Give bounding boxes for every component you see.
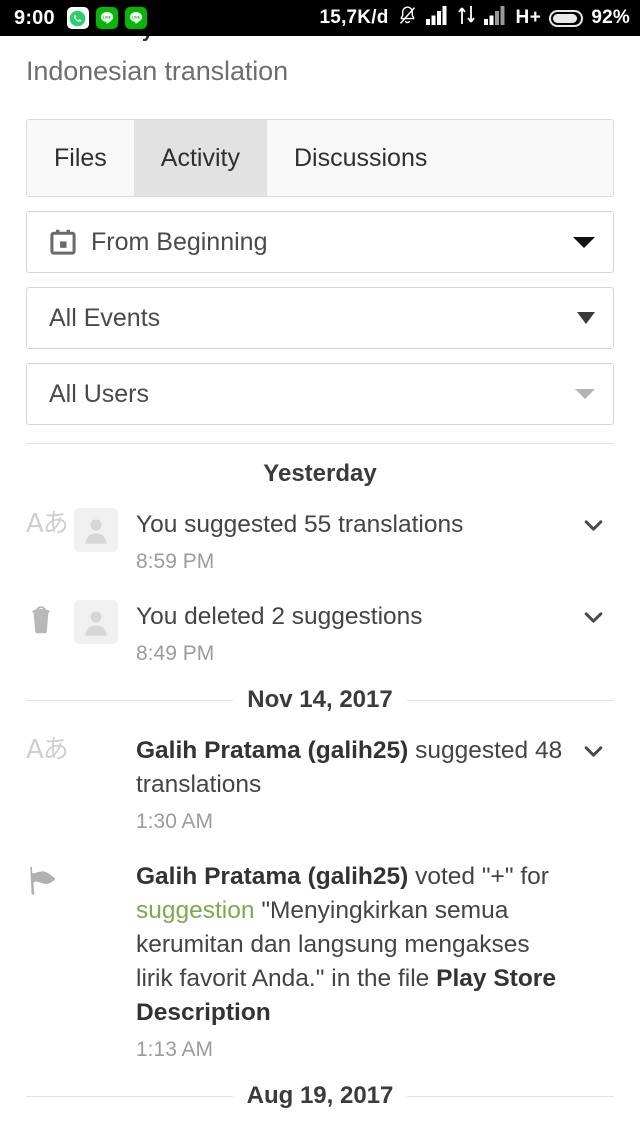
bell-muted-icon bbox=[397, 5, 418, 32]
trash-icon bbox=[32, 606, 50, 634]
expand-event-chevron-down-icon[interactable] bbox=[572, 600, 614, 623]
signal-bars-icon bbox=[425, 5, 450, 31]
activity-event: You deleted 2 suggestions 8:49 PM bbox=[26, 584, 614, 676]
event-body: You deleted 2 suggestions 8:49 PM bbox=[136, 600, 572, 666]
event-body: You suggested 55 translations 8:59 PM bbox=[136, 508, 572, 574]
event-timestamp: 8:59 PM bbox=[136, 550, 215, 573]
filter-controls: From Beginning All Events All Users bbox=[26, 211, 614, 425]
event-type-icon bbox=[26, 860, 74, 897]
svg-text:LINE: LINE bbox=[132, 15, 141, 19]
event-type-icon: Aあ bbox=[26, 508, 74, 537]
translate-icon: Aあ bbox=[26, 509, 69, 539]
page-content: y Indonesian translation FilesActivityDi… bbox=[0, 36, 640, 1114]
translate-icon: Aあ bbox=[26, 735, 69, 765]
filter-date-range-label: From Beginning bbox=[49, 228, 573, 257]
line-icon: LINE bbox=[95, 7, 118, 29]
avatar[interactable] bbox=[74, 508, 118, 552]
activity-day-divider: Nov 14, 2017 bbox=[26, 676, 614, 718]
filter-date-range[interactable]: From Beginning bbox=[26, 211, 614, 273]
filter-event-type-value: All Events bbox=[49, 303, 161, 332]
chevron-down-icon[interactable] bbox=[577, 312, 595, 324]
page-title: Indonesian translation bbox=[26, 56, 288, 86]
clipped-breadcrumb: y bbox=[0, 36, 640, 44]
event-body: Galih Pratama (galih25) suggested 48 tra… bbox=[136, 734, 572, 834]
event-chevron-spacer bbox=[572, 860, 614, 872]
activity-day-label: Aug 19, 2017 bbox=[246, 1082, 394, 1109]
divider-rule bbox=[407, 1095, 614, 1097]
tab-files[interactable]: Files bbox=[27, 120, 134, 196]
event-body: Galih Pratama (galih25) voted "+" for su… bbox=[136, 860, 572, 1062]
battery-percent-label: 92% bbox=[591, 7, 630, 28]
network-type-label: H+ bbox=[515, 7, 542, 28]
activity-event: Galih Pratama (galih25) voted "+" for su… bbox=[26, 844, 614, 1072]
tab-activity[interactable]: Activity bbox=[133, 120, 267, 196]
tab-bar: Files Activity Discussions bbox=[26, 119, 614, 197]
line-icon: LINE bbox=[124, 7, 147, 29]
filter-user-label: All Users bbox=[49, 380, 575, 409]
calendar-icon bbox=[49, 228, 77, 256]
svg-text:LINE: LINE bbox=[103, 15, 112, 19]
signal-bars-icon bbox=[483, 5, 508, 31]
event-timestamp: 1:13 AM bbox=[136, 1038, 214, 1061]
activity-day-divider: Aug 19, 2017 bbox=[26, 1072, 614, 1114]
event-description: Galih Pratama (galih25) suggested 48 tra… bbox=[136, 737, 563, 798]
event-description: You suggested 55 translations bbox=[136, 511, 464, 538]
filter-user-value: All Users bbox=[49, 379, 150, 408]
filter-date-range-value: From Beginning bbox=[91, 227, 268, 256]
activity-day-divider: Yesterday bbox=[26, 444, 614, 492]
event-description: Galih Pratama (galih25) voted "+" for su… bbox=[136, 863, 556, 1026]
chevron-down-icon[interactable] bbox=[573, 236, 595, 248]
event-timestamp: 8:49 PM bbox=[136, 642, 215, 665]
avatar-placeholder-empty bbox=[74, 860, 118, 904]
event-timestamp: 1:30 AM bbox=[136, 810, 214, 833]
status-bar: 9:00 LINE LINE 15,7K/d H+ 92% bbox=[0, 0, 640, 36]
data-transfer-icon bbox=[457, 5, 476, 31]
data-rate-label: 15,7K/d bbox=[319, 7, 389, 28]
divider-rule bbox=[26, 1095, 233, 1097]
avatar[interactable] bbox=[74, 600, 118, 644]
activity-event: Aあ Galih Pratama (galih25) suggested 48 t… bbox=[26, 718, 614, 844]
status-bar-notification-icons: LINE LINE bbox=[66, 7, 147, 29]
status-bar-system-icons: 15,7K/d H+ 92% bbox=[320, 5, 630, 32]
chevron-down-icon[interactable] bbox=[575, 389, 595, 399]
filter-event-type[interactable]: All Events bbox=[26, 287, 614, 349]
activity-day-label: Nov 14, 2017 bbox=[247, 686, 393, 713]
battery-icon bbox=[549, 9, 584, 27]
activity-feed: Yesterday Aあ You suggested 55 translations… bbox=[26, 443, 614, 1114]
expand-event-chevron-down-icon[interactable] bbox=[572, 734, 614, 757]
filter-event-type-label: All Events bbox=[49, 304, 577, 333]
divider-rule bbox=[406, 699, 614, 701]
event-type-icon: Aあ bbox=[26, 734, 74, 763]
event-type-icon bbox=[26, 600, 74, 635]
tab-discussions[interactable]: Discussions bbox=[266, 120, 455, 196]
activity-day-label: Yesterday bbox=[263, 460, 377, 487]
event-description: You deleted 2 suggestions bbox=[136, 603, 423, 630]
flag-icon bbox=[30, 866, 55, 895]
avatar-placeholder-empty bbox=[74, 734, 118, 778]
activity-event: Aあ You suggested 55 translations 8:59 PM bbox=[26, 492, 614, 584]
expand-event-chevron-down-icon[interactable] bbox=[572, 508, 614, 531]
divider-rule bbox=[26, 699, 234, 701]
whatsapp-icon bbox=[66, 7, 89, 29]
filter-user[interactable]: All Users bbox=[26, 363, 614, 425]
status-bar-clock: 9:00 bbox=[14, 6, 55, 29]
